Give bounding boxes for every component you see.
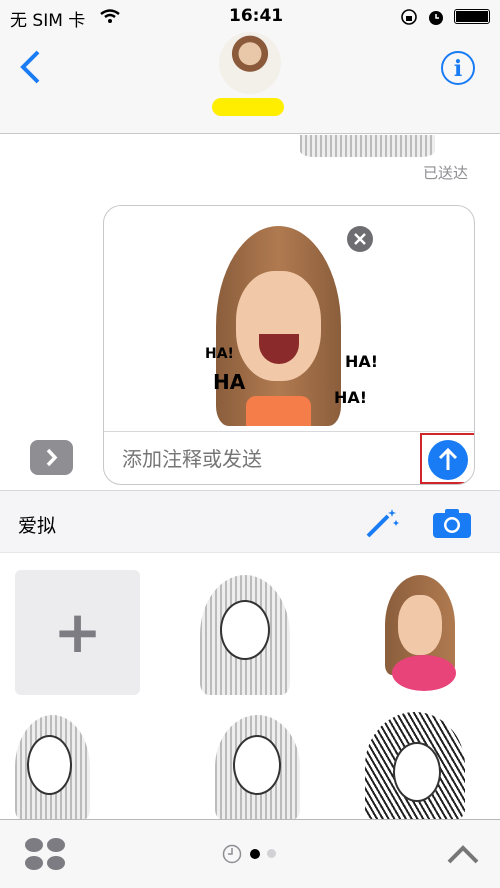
status-bar: 无 SIM 卡 16:41 [0,0,500,32]
wifi-icon [100,9,120,23]
comment-input[interactable] [122,442,412,476]
alarm-icon [429,11,443,25]
sent-sticker-message[interactable] [300,135,435,157]
sticker-item[interactable] [15,715,95,820]
app-grid-icon[interactable] [24,837,66,871]
send-button[interactable] [427,439,469,481]
sticker-text: HA! [345,352,379,371]
sticker-item[interactable] [365,712,465,820]
app-title: 爱拟 [18,515,57,537]
remove-sticker-button[interactable] [346,225,374,253]
info-icon[interactable]: i [440,50,476,86]
expand-apps-button[interactable] [30,440,73,475]
chevron-left-icon[interactable] [18,50,42,84]
sticker-text: HA [213,370,246,394]
create-sticker-button[interactable]: + [15,570,140,695]
clock: 16:41 [229,6,284,26]
page-dot[interactable] [267,849,276,858]
magic-wand-icon[interactable] [362,506,400,540]
chevron-right-icon [46,448,58,467]
contact-name-redacted[interactable] [212,98,284,116]
sticker-preview: HA! HA HA! HA! [191,226,378,426]
carrier-label: 无 SIM 卡 [10,11,86,31]
app-drawer-header: 爱拟 [0,490,500,553]
sticker-text: HA! [205,346,234,362]
orientation-lock-icon [401,9,417,25]
bottom-bar [0,819,500,888]
navigation-bar: i [0,32,500,134]
recent-clock-icon[interactable] [222,844,242,864]
contact-avatar[interactable] [219,32,281,94]
sticker-text: HA! [334,388,368,407]
divider [104,431,474,432]
camera-icon[interactable] [432,507,472,539]
chevron-up-icon[interactable] [445,842,481,866]
page-dot-active[interactable] [250,849,260,859]
delivered-status: 已送达 [423,164,469,182]
compose-box: HA! HA HA! HA! [103,205,475,485]
plus-icon: + [53,598,102,666]
svg-text:i: i [454,56,462,82]
sticker-item[interactable] [195,575,295,695]
sticker-item[interactable] [215,715,300,820]
battery-icon [454,9,490,24]
sticker-item[interactable] [360,575,470,695]
